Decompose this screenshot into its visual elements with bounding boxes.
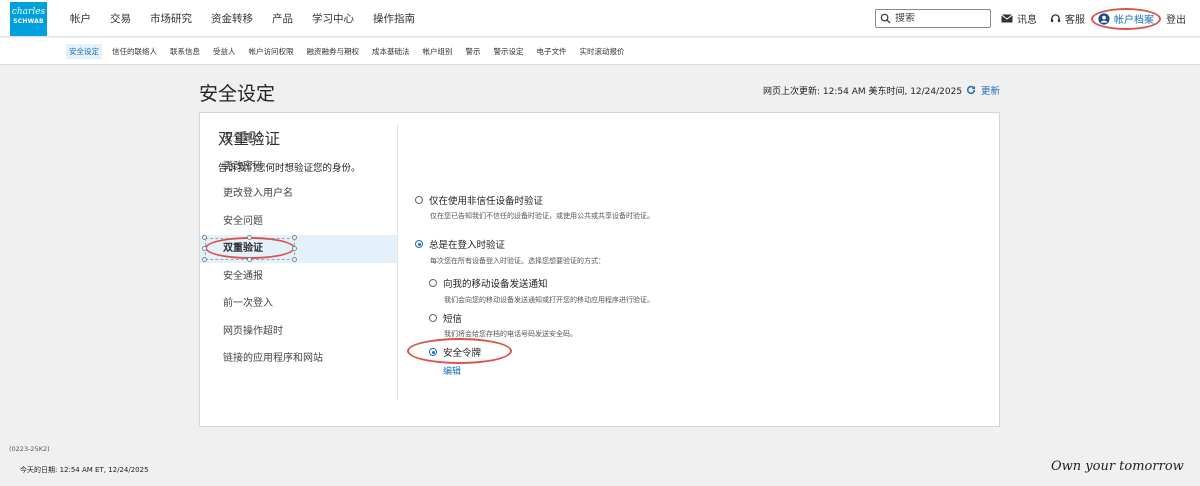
radio-always[interactable] <box>415 240 423 248</box>
resize-handle[interactable] <box>202 246 207 251</box>
option-always[interactable]: 总是在登入时验证 <box>415 237 505 251</box>
resize-handle[interactable] <box>247 235 252 240</box>
search-input[interactable] <box>895 13 985 24</box>
method-push-label: 向我的移动设备发送通知 <box>443 279 548 290</box>
sidebar-item-security-questions[interactable]: 安全问题 <box>200 208 398 236</box>
logo-line-1: charles <box>11 7 46 17</box>
messages-label: 讯息 <box>1017 15 1037 26</box>
sidebar-annotation-ellipse <box>205 237 295 259</box>
last-updated-text: 网页上次更新: 12:54 AM 美东时间, 12/24/2025 <box>763 87 963 97</box>
method-sms[interactable]: 短信 <box>429 311 462 325</box>
search-icon <box>880 13 891 24</box>
option-always-desc: 每次您在所有设备登入时验证。选择您想要验证的方式： <box>430 257 605 265</box>
sidebar-item-linked-apps[interactable]: 链接的应用程序和网站 <box>200 345 398 373</box>
option-untrusted-desc: 仅在您已告知我们不信任的设备时验证，或使用公共或共享设备时验证。 <box>430 212 654 220</box>
radio-push[interactable] <box>429 279 437 287</box>
subnav-account-access[interactable]: 帐户访问权限 <box>246 44 297 59</box>
method-sms-label: 短信 <box>443 314 463 325</box>
logo-line-2: SCHWAB <box>13 18 44 25</box>
envelope-icon <box>1001 14 1013 23</box>
nav-products[interactable]: 产品 <box>272 11 293 26</box>
subnav-edocuments[interactable]: 电子文件 <box>534 44 570 59</box>
logout-link[interactable]: 登出 <box>1166 0 1186 37</box>
nav-guide[interactable]: 操作指南 <box>373 11 415 26</box>
headset-icon <box>1050 14 1061 23</box>
subnav-beneficiaries[interactable]: 受益人 <box>210 44 239 59</box>
resize-handle[interactable] <box>247 257 252 262</box>
sidebar-item-security-alerts[interactable]: 安全通报 <box>200 263 398 291</box>
subnav-account-groups[interactable]: 帐户组别 <box>420 44 456 59</box>
sidebar-item-session-timeout[interactable]: 网页操作超时 <box>200 318 398 346</box>
subnav-streaming-quotes[interactable]: 实时滚动报价 <box>577 44 628 59</box>
resize-handle[interactable] <box>292 257 297 262</box>
sidebar-item-last-login[interactable]: 前一次登入 <box>200 290 398 318</box>
radio-sms[interactable] <box>429 314 437 322</box>
nav-accounts[interactable]: 帐户 <box>70 11 91 26</box>
token-annotation-ellipse <box>407 338 512 364</box>
resize-handle[interactable] <box>292 235 297 240</box>
nav-learning[interactable]: 学习中心 <box>312 11 354 26</box>
resize-handle[interactable] <box>202 257 207 262</box>
subnav-alerts[interactable]: 警示 <box>463 44 484 59</box>
method-push-notification[interactable]: 向我的移动设备发送通知 <box>429 276 548 290</box>
nav-trade[interactable]: 交易 <box>110 11 131 26</box>
search-box[interactable] <box>875 9 991 28</box>
page-title: 安全设定 <box>199 83 276 105</box>
main-nav: 帐户 交易 市场研究 资金转移 产品 学习中心 操作指南 <box>70 0 434 37</box>
subnav-security[interactable]: 安全设定 <box>66 44 102 59</box>
resize-handle[interactable] <box>202 235 207 240</box>
service-link[interactable]: 客服 <box>1050 0 1085 37</box>
logout-label: 登出 <box>1166 15 1186 26</box>
brand-slogan: Own your tomorrow <box>1051 459 1184 474</box>
refresh-icon <box>966 85 976 94</box>
sidebar-item-change-username[interactable]: 更改登入用户名 <box>200 180 398 208</box>
subnav-contact-info[interactable]: 联系信息 <box>167 44 203 59</box>
schwab-logo[interactable]: charles SCHWAB <box>10 2 47 36</box>
top-header: charles SCHWAB 帐户 交易 市场研究 资金转移 产品 学习中心 操… <box>0 0 1200 37</box>
sub-nav: 安全设定 信任的联络人 联系信息 受益人 帐户访问权限 融资融券与期权 成本基础… <box>0 38 1200 65</box>
method-push-desc: 我们会向您的移动设备发送通知或打开您的移动应用程序进行验证。 <box>444 296 654 304</box>
section-prompt: 告诉我们您何时想验证您的身份。 <box>218 163 361 174</box>
messages-link[interactable]: 讯息 <box>1001 0 1037 37</box>
edit-link[interactable]: 编辑 <box>443 364 461 377</box>
nav-transfers[interactable]: 资金转移 <box>211 11 253 26</box>
resize-handle[interactable] <box>292 246 297 251</box>
option-always-label: 总是在登入时验证 <box>429 240 506 251</box>
profile-annotation-ellipse <box>1091 8 1161 30</box>
subnav-margin-options[interactable]: 融资融券与期权 <box>304 44 363 59</box>
nav-research[interactable]: 市场研究 <box>150 11 192 26</box>
section-title: 双重验证 <box>218 130 281 148</box>
subnav-cost-basis[interactable]: 成本基础法 <box>369 44 413 59</box>
refresh-label: 更新 <box>981 86 1001 97</box>
footer-date: 今天的日期: 12:54 AM ET, 12/24/2025 <box>20 466 149 474</box>
subnav-alert-settings[interactable]: 警示设定 <box>491 44 527 59</box>
option-untrusted-devices[interactable]: 仅在使用非信任设备时验证 <box>415 193 543 207</box>
panel-divider <box>397 125 398 400</box>
refresh-button[interactable]: 更新 <box>966 83 1000 97</box>
subnav-trusted-contacts[interactable]: 信任的联络人 <box>109 44 160 59</box>
option-untrusted-label: 仅在使用非信任设备时验证 <box>429 196 544 207</box>
footer-code: (0223-25K2) <box>9 445 50 453</box>
service-label: 客服 <box>1065 15 1085 26</box>
radio-untrusted[interactable] <box>415 196 423 204</box>
